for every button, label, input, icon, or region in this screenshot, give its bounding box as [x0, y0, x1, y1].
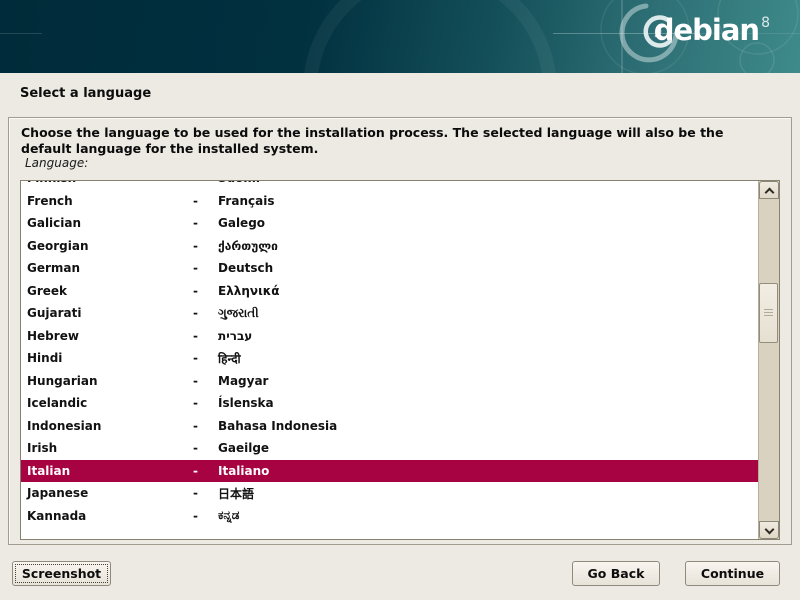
scroll-up-button[interactable]: [759, 181, 779, 199]
separator-dash: -: [193, 261, 218, 275]
language-row[interactable]: Indonesian-Bahasa Indonesia: [21, 415, 758, 438]
language-row[interactable]: Hungarian-Magyar: [21, 370, 758, 393]
separator-dash: -: [193, 441, 218, 455]
language-english-name: Greek: [27, 284, 193, 298]
language-english-name: Hindi: [27, 351, 193, 365]
language-native-name: हिन्दी: [218, 350, 758, 367]
separator-dash: -: [193, 181, 218, 185]
language-row[interactable]: Italian-Italiano: [21, 460, 758, 483]
separator-dash: -: [193, 464, 218, 478]
language-row[interactable]: German-Deutsch: [21, 257, 758, 280]
version-number: 8: [761, 15, 770, 31]
product-name: debian: [654, 13, 759, 47]
separator-dash: -: [193, 239, 218, 253]
language-list-viewport: Finnish-SuomiFrench-FrançaisGalician-Gal…: [21, 181, 758, 539]
scroll-down-button[interactable]: [759, 521, 779, 539]
separator-dash: -: [193, 216, 218, 230]
language-native-name: Íslenska: [218, 396, 758, 410]
chevron-down-icon: [766, 527, 773, 534]
language-native-name: עברית: [218, 329, 758, 343]
language-native-name: Suomi: [218, 181, 758, 185]
continue-button[interactable]: Continue: [685, 561, 780, 586]
language-english-name: German: [27, 261, 193, 275]
language-native-name: Ελληνικά: [218, 284, 758, 298]
language-native-name: 日本語: [218, 485, 758, 502]
language-english-name: Italian: [27, 464, 193, 478]
language-row[interactable]: Georgian-ქართული: [21, 235, 758, 258]
language-english-name: Finnish: [27, 181, 193, 185]
scrollbar: [758, 181, 779, 539]
language-row[interactable]: Galician-Galego: [21, 212, 758, 235]
separator-dash: -: [193, 306, 218, 320]
language-native-name: ಕನ್ನಡ: [218, 508, 758, 523]
language-native-name: Deutsch: [218, 261, 758, 275]
language-native-name: Italiano: [218, 464, 758, 478]
separator-dash: -: [193, 284, 218, 298]
language-native-name: Gaeilge: [218, 441, 758, 455]
language-row[interactable]: Japanese-日本語: [21, 482, 758, 505]
language-native-name: ગુજરાતી: [218, 306, 758, 321]
language-english-name: Georgian: [27, 239, 193, 253]
instruction-text: Choose the language to be used for the i…: [21, 125, 773, 157]
language-native-name: Galego: [218, 216, 758, 230]
scroll-thumb[interactable]: [759, 283, 778, 343]
chevron-up-icon: [766, 187, 773, 194]
language-english-name: French: [27, 194, 193, 208]
screenshot-button[interactable]: Screenshot: [12, 561, 111, 586]
separator-dash: -: [193, 374, 218, 388]
go-back-button[interactable]: Go Back: [572, 561, 660, 586]
language-row[interactable]: Finnish-Suomi: [21, 181, 758, 190]
language-row[interactable]: Gujarati-ગુજરાતી: [21, 302, 758, 325]
separator-dash: -: [193, 509, 218, 523]
separator-dash: -: [193, 351, 218, 365]
language-english-name: Hungarian: [27, 374, 193, 388]
debian-wordmark: debian8: [654, 16, 770, 45]
separator-dash: -: [193, 486, 218, 500]
language-row[interactable]: Kannada-ಕನ್ನಡ: [21, 505, 758, 528]
separator-dash: -: [193, 419, 218, 433]
language-row[interactable]: Hindi-हिन्दी: [21, 347, 758, 370]
language-english-name: Indonesian: [27, 419, 193, 433]
language-row[interactable]: Greek-Ελληνικά: [21, 280, 758, 303]
language-list-rows: Finnish-SuomiFrench-FrançaisGalician-Gal…: [21, 181, 758, 527]
language-row[interactable]: Hebrew-עברית: [21, 325, 758, 348]
separator-dash: -: [193, 194, 218, 208]
page-title: Select a language: [20, 86, 151, 101]
language-native-name: Magyar: [218, 374, 758, 388]
language-english-name: Kannada: [27, 509, 193, 523]
language-row[interactable]: French-Français: [21, 190, 758, 213]
dialog-frame: Choose the language to be used for the i…: [8, 117, 792, 545]
language-list: Finnish-SuomiFrench-FrançaisGalician-Gal…: [20, 180, 780, 540]
language-row[interactable]: Irish-Gaeilge: [21, 437, 758, 460]
language-native-name: Bahasa Indonesia: [218, 419, 758, 433]
separator-dash: -: [193, 329, 218, 343]
language-native-name: Français: [218, 194, 758, 208]
thumb-grip-icon: [764, 309, 773, 318]
language-row[interactable]: Icelandic-Íslenska: [21, 392, 758, 415]
separator-dash: -: [193, 396, 218, 410]
language-field-label: Language:: [25, 156, 88, 170]
language-english-name: Icelandic: [27, 396, 193, 410]
language-english-name: Japanese: [27, 486, 193, 500]
language-english-name: Irish: [27, 441, 193, 455]
language-native-name: ქართული: [218, 239, 758, 253]
language-english-name: Galician: [27, 216, 193, 230]
language-english-name: Gujarati: [27, 306, 193, 320]
language-english-name: Hebrew: [27, 329, 193, 343]
debian-header-banner: debian8: [0, 0, 800, 73]
